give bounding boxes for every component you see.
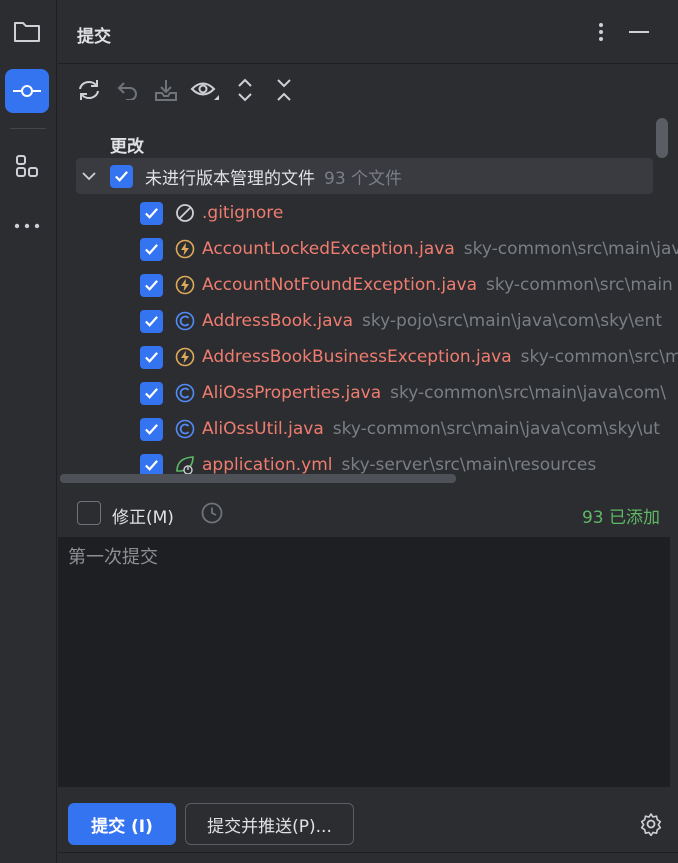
file-name: application.yml xyxy=(202,455,333,475)
exception-icon xyxy=(174,346,196,368)
check-icon xyxy=(145,351,158,363)
file-path: sky-common\src\main\java\com\ xyxy=(390,383,667,403)
added-status: 93 已添加 xyxy=(581,508,660,528)
list-item[interactable]: AddressBook.java sky-pojo\src\main\java\… xyxy=(140,303,662,339)
more-tools-button[interactable] xyxy=(5,204,49,248)
check-icon xyxy=(115,170,128,182)
download-tray-icon xyxy=(155,80,177,101)
class-icon xyxy=(174,382,196,404)
chevron-down-icon[interactable] xyxy=(82,171,96,181)
class-icon xyxy=(174,310,196,332)
tree-vertical-scrollbar[interactable] xyxy=(656,118,668,158)
ignore-icon xyxy=(174,202,196,224)
history-clock-icon[interactable] xyxy=(200,501,224,525)
file-path: sky-common\src\main xyxy=(486,275,673,295)
check-icon xyxy=(145,423,158,435)
more-horizontal-icon xyxy=(14,223,40,229)
file-checkbox[interactable] xyxy=(140,381,163,405)
file-path: sky-server\src\main\resources xyxy=(341,455,597,475)
commit-button[interactable]: 提交 (I) xyxy=(68,803,176,845)
class-icon xyxy=(174,418,196,440)
gear-icon xyxy=(640,813,662,836)
amend-label[interactable]: 修正(M) xyxy=(112,503,174,528)
file-checkbox[interactable] xyxy=(140,417,163,441)
list-item[interactable]: .gitignore xyxy=(140,195,283,231)
list-item[interactable]: AccountNotFoundException.java sky-common… xyxy=(140,267,673,303)
check-icon xyxy=(145,243,158,255)
file-checkbox[interactable] xyxy=(140,237,163,261)
view-options-button[interactable] xyxy=(189,74,221,106)
file-path: sky-pojo\src\main\java\com\sky\ent xyxy=(362,311,662,331)
file-checkbox[interactable] xyxy=(140,309,163,333)
project-tool-button[interactable] xyxy=(5,9,49,53)
commit-settings-button[interactable] xyxy=(638,811,664,837)
bottom-border xyxy=(58,852,678,853)
commit-toolbar xyxy=(58,70,678,110)
more-vertical-icon xyxy=(599,23,603,41)
hide-panel-button[interactable] xyxy=(625,18,653,46)
check-icon xyxy=(145,387,158,399)
minimize-icon xyxy=(629,31,649,33)
file-checkbox[interactable] xyxy=(140,345,163,369)
amend-row: 修正(M) 93 已添加 xyxy=(58,490,678,536)
group-checkbox[interactable] xyxy=(110,164,133,188)
commit-icon xyxy=(13,85,41,97)
list-item[interactable]: AliOssUtil.java sky-common\src\main\java… xyxy=(140,411,660,447)
expand-all-icon xyxy=(238,78,252,102)
file-checkbox[interactable] xyxy=(140,201,163,225)
list-item[interactable]: AccountLockedException.java sky-common\s… xyxy=(140,231,678,267)
refresh-icon xyxy=(79,80,99,100)
group-label: 未进行版本管理的文件 xyxy=(145,168,315,189)
shelve-button[interactable] xyxy=(150,74,182,106)
file-name: AccountNotFoundException.java xyxy=(202,275,478,295)
commit-message-input[interactable]: 第一次提交 xyxy=(58,537,670,787)
changes-tree[interactable]: 更改 未进行版本管理的文件 93 个文件 .gitignore AccountL… xyxy=(58,118,678,484)
file-name: AccountLockedException.java xyxy=(202,239,455,259)
commit-and-push-button[interactable]: 提交并推送(P)... xyxy=(185,803,354,845)
panel-title: 提交 xyxy=(77,27,111,47)
file-checkbox[interactable] xyxy=(140,273,163,297)
check-icon xyxy=(145,207,158,219)
structure-tool-button[interactable] xyxy=(5,144,49,188)
changes-section-label: 更改 xyxy=(110,137,144,157)
file-path: sky-common\src\main\java\com\sky\ut xyxy=(332,419,660,439)
file-path: sky-common\src\m xyxy=(520,347,678,367)
amend-checkbox[interactable] xyxy=(77,501,101,525)
collapse-all-icon xyxy=(277,79,291,101)
refresh-button[interactable] xyxy=(73,74,105,106)
rollback-button[interactable] xyxy=(112,74,144,106)
group-file-count: 93 个文件 xyxy=(324,168,403,189)
commit-panel: 提交 更改 未进行版本管理的文件 93 个文件 .gitignore Accou… xyxy=(58,0,678,863)
folder-icon xyxy=(14,22,40,42)
exception-icon xyxy=(174,274,196,296)
collapse-all-button[interactable] xyxy=(268,74,300,106)
list-item[interactable]: AddressBookBusinessException.java sky-co… xyxy=(140,339,678,375)
check-icon xyxy=(145,279,158,291)
structure-icon xyxy=(16,155,38,177)
list-item[interactable]: AliOssProperties.java sky-common\src\mai… xyxy=(140,375,666,411)
spring-config-icon xyxy=(174,454,196,476)
check-icon xyxy=(145,459,158,471)
eye-icon xyxy=(190,82,219,100)
undo-icon xyxy=(117,82,137,100)
file-name: AddressBookBusinessException.java xyxy=(202,347,512,367)
commit-message-area: 第一次提交 xyxy=(58,537,670,787)
options-button[interactable] xyxy=(587,18,615,46)
tool-window-strip xyxy=(0,0,57,863)
tree-horizontal-scrollbar[interactable] xyxy=(60,474,456,483)
unversioned-files-group[interactable]: 未进行版本管理的文件 93 个文件 xyxy=(76,158,653,194)
file-name: .gitignore xyxy=(202,203,284,223)
strip-separator xyxy=(10,128,46,129)
expand-all-button[interactable] xyxy=(229,74,261,106)
commit-tool-button[interactable] xyxy=(5,69,49,113)
file-name: AliOssProperties.java xyxy=(202,383,382,403)
check-icon xyxy=(145,315,158,327)
file-path: sky-common\src\main\java xyxy=(463,239,678,259)
exception-icon xyxy=(174,238,196,260)
file-name: AddressBook.java xyxy=(202,311,354,331)
file-name: AliOssUtil.java xyxy=(202,419,324,439)
panel-header: 提交 xyxy=(58,0,678,64)
